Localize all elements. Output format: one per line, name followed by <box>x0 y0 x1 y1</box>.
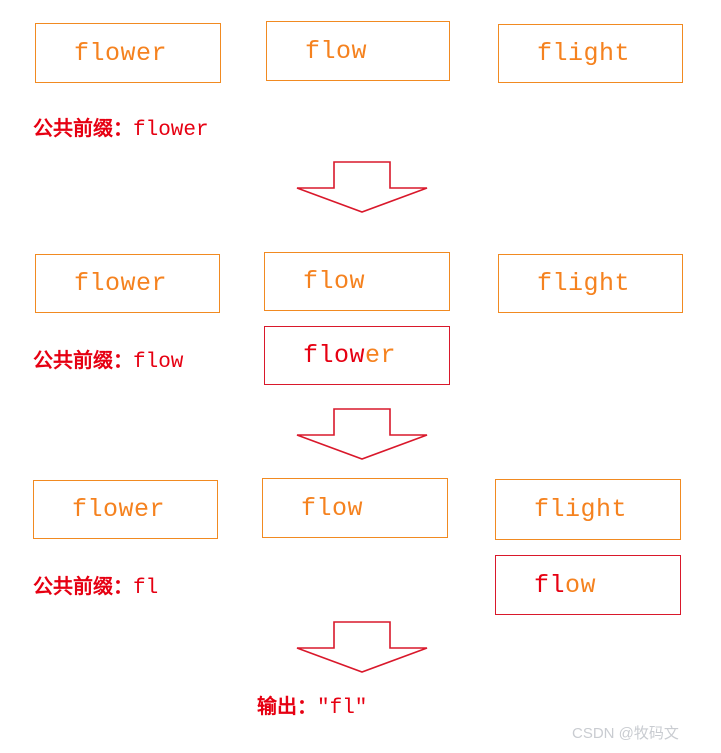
arrow-2-svg <box>296 408 428 460</box>
row3-box-flower-rest: flower <box>72 495 166 524</box>
row1-box-flower-rest: flower <box>74 38 168 68</box>
arrow-1-down-icon <box>292 160 432 215</box>
row2-box-flow-label: flow <box>265 267 365 296</box>
row1-box-flow-label: flow <box>267 37 367 66</box>
row1-box-flower-label: flower <box>36 39 167 68</box>
row2-highlight-flower-prefix: flow <box>303 341 366 370</box>
row1-box-flight: flight <box>498 24 683 83</box>
row2-box-flower-rest: flower <box>74 269 168 298</box>
row2-box-flower: flower <box>35 254 220 313</box>
row2-highlight-flower: flower <box>264 326 450 385</box>
arrow-2-down-icon <box>292 407 432 462</box>
row3-box-flight-rest: flight <box>534 495 628 524</box>
row3-prefix-caption-value: fl <box>133 577 159 600</box>
row2-box-flight-label: flight <box>499 269 630 298</box>
csdn-watermark: CSDN @牧码文 <box>572 725 679 742</box>
row3-highlight-flow-prefix: fl <box>534 570 566 600</box>
arrow-1-svg <box>296 161 428 213</box>
row2-box-flight: flight <box>498 254 683 313</box>
row3-box-flower-label: flower <box>34 495 165 524</box>
row3-box-flight-label: flight <box>496 495 627 524</box>
arrow-3-svg <box>296 621 428 673</box>
row3-prefix-caption-label: 公共前缀： <box>33 576 133 598</box>
row2-prefix-caption-label: 公共前缀： <box>33 350 133 372</box>
row3-box-flow: flow <box>262 478 448 538</box>
row3-box-flow-label: flow <box>263 494 363 523</box>
diagram-canvas: flower flow flight 公共前缀：flower flower fl… <box>0 0 721 753</box>
row2-prefix-caption-value: flow <box>133 351 184 374</box>
row1-box-flower: flower <box>35 23 221 83</box>
row2-box-flower-label: flower <box>36 269 167 298</box>
row2-box-flow-rest: flow <box>303 267 366 296</box>
arrow-3-down-icon <box>292 620 432 675</box>
arrow-3-shape <box>296 621 428 673</box>
row3-box-flight: flight <box>495 479 681 540</box>
row1-box-flight-rest: flight <box>537 39 631 68</box>
row3-prefix-caption: 公共前缀：fl <box>33 570 158 600</box>
row1-box-flow-rest: flow <box>305 36 368 66</box>
row2-prefix-caption: 公共前缀：flow <box>33 344 183 374</box>
row1-prefix-caption: 公共前缀：flower <box>33 112 209 142</box>
output-caption: 输出：″fl″ <box>257 690 367 720</box>
row2-box-flow: flow <box>264 252 450 311</box>
row2-box-flight-rest: flight <box>537 269 631 298</box>
output-caption-value: ″fl″ <box>317 697 368 720</box>
row1-prefix-caption-value: flower <box>133 119 209 142</box>
row1-prefix-caption-label: 公共前缀： <box>33 118 133 140</box>
row2-highlight-flower-rest: er <box>365 341 397 370</box>
row3-box-flower: flower <box>33 480 218 539</box>
arrow-1-shape <box>296 161 428 213</box>
row3-highlight-flow-label: flow <box>496 571 596 600</box>
row2-highlight-flower-label: flower <box>265 341 396 370</box>
output-caption-label: 输出： <box>257 696 317 718</box>
row3-box-flow-rest: flow <box>301 493 364 523</box>
row1-box-flow: flow <box>266 21 450 81</box>
arrow-2-shape <box>296 408 428 460</box>
row3-highlight-flow: flow <box>495 555 681 615</box>
row1-box-flight-label: flight <box>499 39 630 68</box>
row3-highlight-flow-rest: ow <box>565 570 597 600</box>
